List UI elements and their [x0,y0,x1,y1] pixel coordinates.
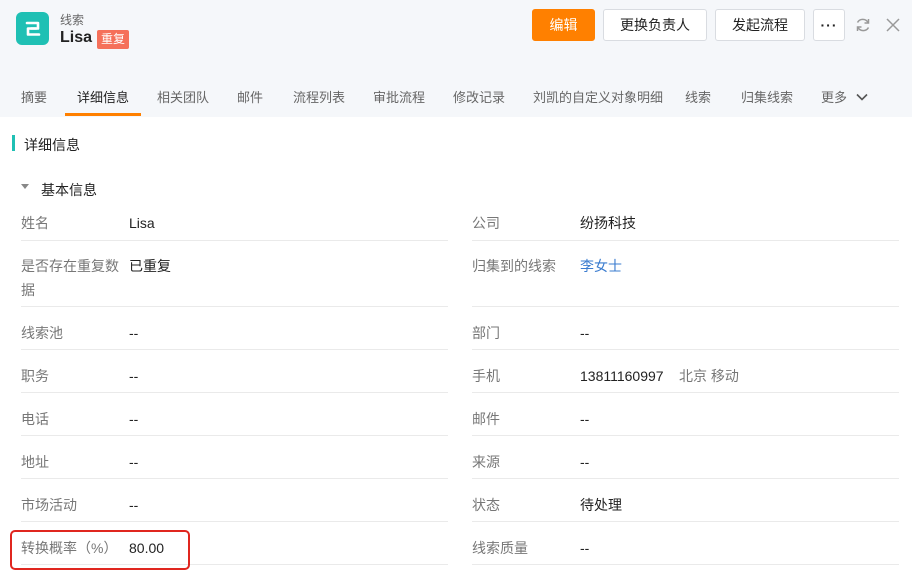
tab-leads[interactable]: 线索 [685,78,711,117]
more-actions-button[interactable]: ··· [813,9,845,41]
divider [21,240,448,241]
field-label-email: 邮件 [472,411,500,427]
field-label-name: 姓名 [21,215,49,231]
field-label-campaign: 市场活动 [21,497,77,513]
active-tab-indicator [65,113,141,116]
field-value-campaign: -- [129,497,139,513]
divider [21,306,448,307]
tab-details[interactable]: 详细信息 [77,78,129,117]
object-type-label: 线索 [60,13,85,27]
divider [472,306,899,307]
record-header: 线索 Lisa 重复 编辑 更换负责人 发起流程 ··· [0,0,912,78]
field-label-status: 状态 [472,497,500,513]
subsection-title[interactable]: 基本信息 [41,180,97,200]
field-label-source: 来源 [472,454,500,470]
record-name: Lisa [60,29,93,46]
field-label-company: 公司 [472,215,500,231]
tab-more-label: 更多 [821,90,848,105]
tab-related-team[interactable]: 相关团队 [157,78,209,117]
divider [472,240,899,241]
divider [472,349,899,350]
highlight-box [10,530,190,570]
edit-button[interactable]: 编辑 [532,9,595,41]
chevron-down-icon [856,93,868,101]
field-label-has-duplicate: 是否存在重复数 据 [21,254,119,302]
tab-flow-list[interactable]: 流程列表 [293,78,345,117]
divider [21,349,448,350]
field-value-lead-pool: -- [129,325,139,341]
divider [21,478,448,479]
field-label-position: 职务 [21,368,49,384]
tab-summary[interactable]: 摘要 [21,78,47,117]
divider [472,392,899,393]
divider [472,435,899,436]
field-label-has-duplicate-line1: 是否存在重复数 [21,258,119,274]
change-owner-button[interactable]: 更换负责人 [603,9,707,41]
field-value-status: 待处理 [580,497,622,513]
field-label-merged-into: 归集到的线索 [472,258,556,274]
tab-approval-flow[interactable]: 审批流程 [373,78,425,117]
field-value-merged-into-link[interactable]: 李女士 [580,254,622,278]
lead-object-logo [16,12,49,45]
collapse-caret-icon[interactable] [21,184,29,189]
field-value-lead-quality: -- [580,540,590,556]
field-value-mobile-location: 北京 移动 [679,368,739,384]
tab-merged-leads[interactable]: 归集线索 [741,78,793,117]
tab-more[interactable]: 更多 [821,78,869,117]
field-value-department: -- [580,325,590,341]
divider [472,478,899,479]
tab-custom-object-detail[interactable]: 刘凯的自定义对象明细 [533,78,663,117]
duplicate-badge: 重复 [97,30,130,49]
tab-mail[interactable]: 邮件 [237,78,263,117]
tab-bar: 摘要 详细信息 相关团队 邮件 流程列表 审批流程 修改记录 刘凯的自定义对象明… [0,78,912,117]
field-value-source: -- [580,454,590,470]
close-icon[interactable] [882,14,904,36]
divider [21,521,448,522]
divider [21,392,448,393]
lead-icon [25,21,40,36]
tab-change-log[interactable]: 修改记录 [453,78,505,117]
field-value-address: -- [129,454,139,470]
field-value-name: Lisa [129,215,155,231]
field-value-position: -- [129,368,139,384]
field-value-email: -- [580,411,590,427]
divider [21,435,448,436]
field-label-address: 地址 [21,454,49,470]
field-value-mobile: 13811160997 [580,368,664,384]
section-title: 详细信息 [24,137,80,153]
field-label-lead-pool: 线索池 [21,325,63,341]
refresh-icon[interactable] [852,14,874,36]
divider [472,521,899,522]
field-value-phone: -- [129,411,139,427]
field-label-department: 部门 [472,325,500,341]
section-accent-bar [12,135,15,151]
field-label-mobile: 手机 [472,368,500,384]
field-value-has-duplicate: 已重复 [129,258,171,274]
divider [472,564,899,565]
field-value-company: 纷扬科技 [580,215,636,231]
field-label-lead-quality: 线索质量 [472,540,528,556]
start-flow-button[interactable]: 发起流程 [715,9,805,41]
field-label-phone: 电话 [21,411,49,427]
field-label-has-duplicate-line2: 据 [21,282,35,298]
